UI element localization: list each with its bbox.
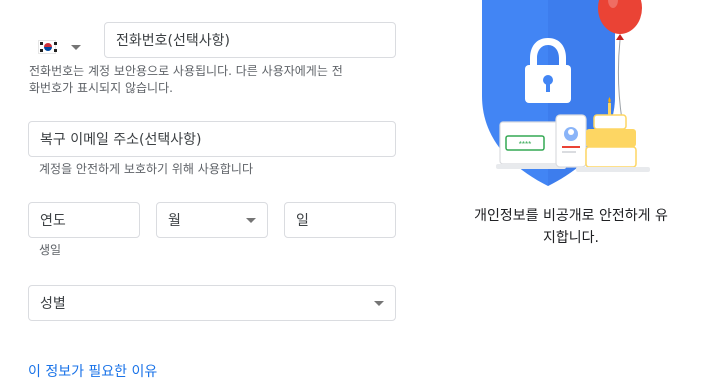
privacy-illustration: **** xyxy=(482,0,650,186)
recovery-email-field[interactable]: 복구 이메일 주소(선택사항) xyxy=(28,121,396,157)
gender-select[interactable]: 성별 xyxy=(28,285,396,321)
chevron-down-icon xyxy=(246,217,256,223)
birth-year-label: 연도 xyxy=(40,213,66,229)
birth-day-label: 일 xyxy=(296,213,309,229)
svg-text:****: **** xyxy=(519,140,531,149)
recovery-email-helper: 계정을 안전하게 보호하기 위해 사용합니다 xyxy=(39,162,253,176)
birth-month-label: 월 xyxy=(168,213,181,229)
birth-day-field[interactable]: 일 xyxy=(284,202,396,238)
kr-flag-icon xyxy=(38,40,57,54)
birthday-helper: 생일 xyxy=(39,243,62,257)
birth-month-select[interactable]: 월 xyxy=(156,202,268,238)
account-info-page: 전화번호(선택사항) 전화번호는 계정 보안용으로 사용됩니다. 다른 사용자에… xyxy=(0,0,723,389)
phone-label: 전화번호(선택사항) xyxy=(116,33,230,49)
phone-field[interactable]: 전화번호(선택사항) xyxy=(104,22,396,58)
phone-icon xyxy=(555,114,587,168)
chevron-down-icon xyxy=(374,300,384,306)
gender-label: 성별 xyxy=(40,296,66,312)
privacy-caption: 개인정보를 비공개로 안전하게 유 지합니다. xyxy=(474,208,668,246)
birth-year-field[interactable]: 연도 xyxy=(28,202,140,238)
chevron-down-icon xyxy=(71,44,81,50)
recovery-email-label: 복구 이메일 주소(선택사항) xyxy=(40,132,202,148)
country-select[interactable] xyxy=(38,32,92,62)
why-info-link[interactable]: 이 정보가 필요한 이유 xyxy=(28,361,157,381)
phone-helper: 전화번호는 계정 보안용으로 사용됩니다. 다른 사용자에게는 전 화번호가 표… xyxy=(29,64,343,95)
